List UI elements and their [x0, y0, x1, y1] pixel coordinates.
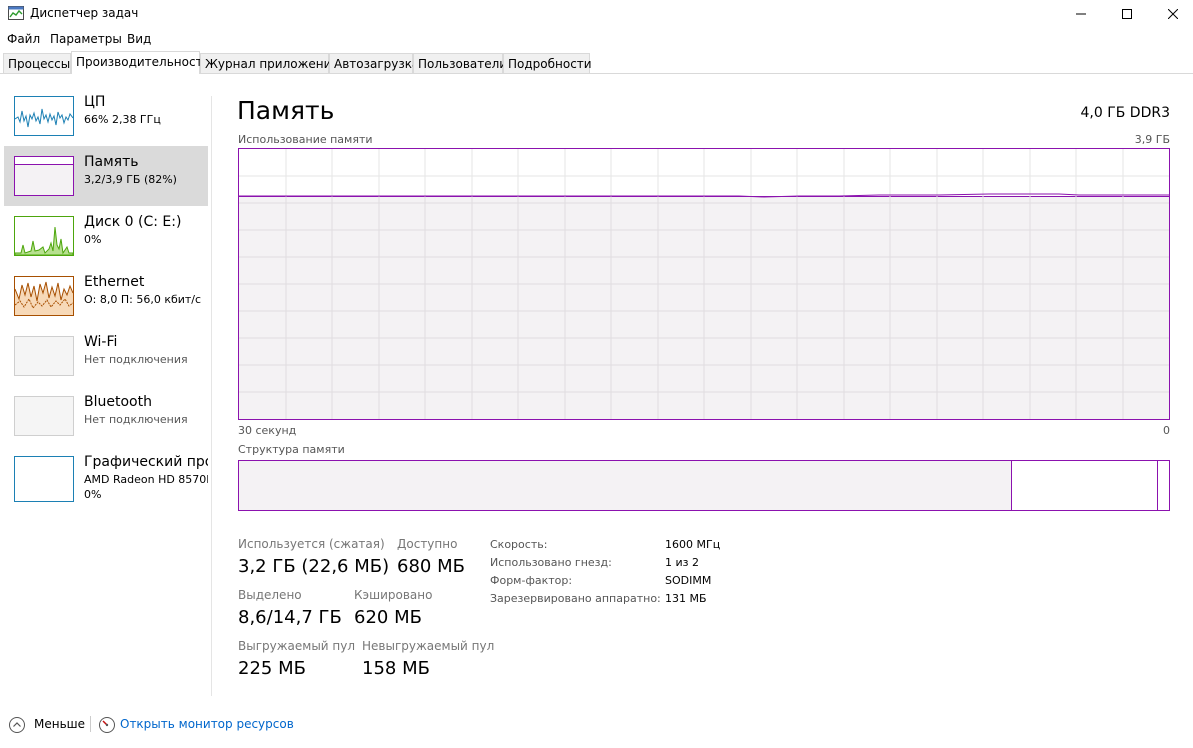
close-icon: [1168, 9, 1178, 19]
minimize-icon: [1076, 13, 1086, 15]
tab-performance[interactable]: Производительность: [71, 51, 210, 74]
committed-label: Выделено: [238, 588, 302, 602]
title-bar: Диспетчер задач: [0, 0, 1193, 28]
resource-monitor-icon: [99, 717, 115, 733]
open-resource-monitor-link[interactable]: Открыть монитор ресурсов: [120, 717, 294, 731]
maximize-button[interactable]: [1104, 0, 1150, 28]
menu-view[interactable]: Вид: [127, 32, 151, 46]
usage-graph-label: Использование памяти: [238, 133, 373, 146]
sidebar-item-detail: О: 8,0 П: 56,0 кбит/с: [84, 293, 202, 306]
sidebar-item-label: Bluetooth: [84, 394, 152, 410]
sidebar-item-ethernet[interactable]: Ethernet О: 8,0 П: 56,0 кбит/с: [4, 266, 208, 326]
structure-reserved-divider: [1157, 461, 1158, 510]
sidebar-item-detail: 3,2/3,9 ГБ (82%): [84, 173, 177, 186]
speed-value: 1600 МГц: [665, 538, 721, 551]
hardware-reserved-value: 131 МБ: [665, 592, 707, 605]
nonpaged-pool-value: 158 МБ: [362, 658, 430, 679]
tab-app-history[interactable]: Журнал приложений: [200, 53, 339, 73]
sidebar-item-detail: 0%: [84, 233, 102, 246]
speed-label: Скорость:: [490, 538, 548, 551]
menu-bar: Файл Параметры Вид: [0, 29, 1193, 49]
nonpaged-pool-label: Невыгружаемый пул: [362, 639, 495, 653]
fewer-details-link[interactable]: Меньше: [34, 717, 85, 731]
memory-usage-graph: [238, 148, 1170, 420]
structure-in-use: [239, 461, 1012, 510]
sidebar-item-label: Ethernet: [84, 274, 145, 290]
usage-graph-max: 3,9 ГБ: [1134, 133, 1170, 146]
ethernet-graph-icon: [14, 276, 74, 316]
sidebar-item-gpu[interactable]: Графический про AMD Radeon HD 8570M 0%: [4, 446, 208, 516]
menu-options[interactable]: Параметры: [50, 32, 122, 46]
in-use-label: Используется (сжатая): [238, 537, 385, 551]
time-axis-end: 0: [1163, 424, 1170, 437]
sidebar-item-detail: Нет подключения: [84, 353, 188, 366]
fewer-details-button[interactable]: [8, 716, 28, 733]
sidebar-item-usage: 0%: [84, 488, 102, 501]
sidebar-item-label: Память: [84, 154, 139, 170]
memory-composition-bar: [238, 460, 1170, 511]
tab-processes[interactable]: Процессы: [3, 53, 71, 73]
sidebar-item-wifi[interactable]: Wi-Fi Нет подключения: [4, 326, 208, 386]
in-use-value: 3,2 ГБ (22,6 МБ): [238, 556, 390, 577]
footer-divider: [90, 716, 91, 732]
minimize-button[interactable]: [1058, 0, 1104, 28]
page-title: Память: [237, 96, 335, 125]
sidebar-item-cpu[interactable]: ЦП 66% 2,38 ГГц: [4, 86, 208, 146]
cached-label: Кэшировано: [354, 588, 433, 602]
paged-pool-value: 225 МБ: [238, 658, 306, 679]
menu-file[interactable]: Файл: [7, 32, 40, 46]
window-title: Диспетчер задач: [30, 6, 139, 20]
resource-monitor-button[interactable]: [98, 716, 116, 734]
available-label: Доступно: [397, 537, 458, 551]
sidebar-item-label: Wi-Fi: [84, 334, 118, 350]
bluetooth-graph-icon: [14, 396, 74, 436]
sidebar-divider: [211, 96, 212, 696]
sidebar-item-bluetooth[interactable]: Bluetooth Нет подключения: [4, 386, 208, 446]
paged-pool-label: Выгружаемый пул: [238, 639, 356, 653]
tab-startup[interactable]: Автозагрузка: [329, 53, 419, 73]
sidebar-item-detail: 66% 2,38 ГГц: [84, 113, 161, 126]
time-axis-start: 30 секунд: [238, 424, 297, 437]
sidebar-item-disk[interactable]: Диск 0 (C: E:) 0%: [4, 206, 208, 266]
memory-graph-icon: [14, 156, 74, 196]
committed-value: 8,6/14,7 ГБ: [238, 607, 342, 628]
sidebar-item-label: Диск 0 (C: E:): [84, 214, 182, 230]
close-button[interactable]: [1150, 0, 1193, 28]
task-manager-icon: [8, 6, 24, 20]
gpu-graph-icon: [14, 456, 74, 502]
available-value: 680 МБ: [397, 556, 465, 577]
cpu-graph-icon: [14, 96, 74, 136]
form-factor-label: Форм-фактор:: [490, 574, 573, 587]
hardware-reserved-label: Зарезервировано аппаратно:: [490, 592, 661, 605]
maximize-icon: [1122, 9, 1132, 19]
disk-graph-icon: [14, 216, 74, 256]
memory-spec: 4,0 ГБ DDR3: [1080, 105, 1170, 121]
cached-value: 620 МБ: [354, 607, 422, 628]
form-factor-value: SODIMM: [665, 574, 712, 587]
memory-usage-line: [239, 193, 1169, 419]
tab-users[interactable]: Пользователи: [413, 53, 507, 73]
chevron-up-circle-icon: [9, 717, 25, 733]
sidebar-item-memory[interactable]: Память 3,2/3,9 ГБ (82%): [4, 146, 208, 206]
tab-bar: Процессы Производительность Журнал прило…: [0, 51, 1193, 74]
sidebar-item-detail: AMD Radeon HD 8570M: [84, 473, 208, 486]
tab-details[interactable]: Подробности: [503, 53, 592, 73]
resource-sidebar: ЦП 66% 2,38 ГГц Память 3,2/3,9 ГБ (82%) …: [0, 86, 212, 696]
sidebar-item-label: Графический про: [84, 454, 208, 470]
wifi-graph-icon: [14, 336, 74, 376]
slots-used-value: 1 из 2: [665, 556, 699, 569]
structure-label: Структура памяти: [238, 443, 345, 456]
sidebar-item-label: ЦП: [84, 94, 106, 110]
slots-used-label: Использовано гнезд:: [490, 556, 612, 569]
sidebar-item-detail: Нет подключения: [84, 413, 188, 426]
